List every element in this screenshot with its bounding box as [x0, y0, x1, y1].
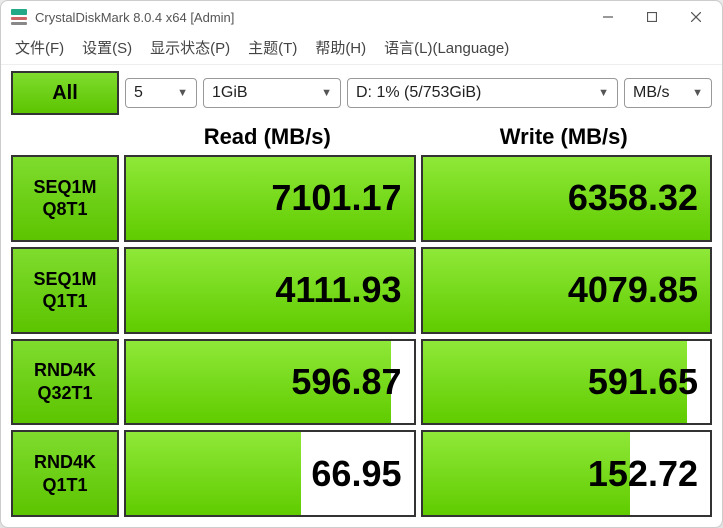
test-label-1: RND4K	[34, 359, 96, 382]
app-icon	[11, 9, 27, 25]
menubar: 文件(F) 设置(S) 显示状态(P) 主题(T) 帮助(H) 语言(L)(La…	[1, 33, 722, 65]
read-cell: 66.95	[124, 430, 416, 517]
read-value: 596.87	[291, 361, 401, 403]
maximize-button[interactable]	[630, 3, 674, 31]
menu-help[interactable]: 帮助(H)	[315, 37, 366, 58]
read-value: 66.95	[311, 453, 401, 495]
read-fill	[126, 432, 301, 515]
read-cell: 4111.93	[124, 247, 416, 334]
app-window: CrystalDiskMark 8.0.4 x64 [Admin] 文件(F) …	[0, 0, 723, 528]
menu-theme[interactable]: 主题(T)	[248, 37, 297, 58]
chevron-down-icon: ▼	[692, 87, 703, 99]
minimize-button[interactable]	[586, 3, 630, 31]
unit-value: MB/s	[633, 84, 669, 102]
read-value: 4111.93	[275, 269, 401, 311]
close-button[interactable]	[674, 3, 718, 31]
test-label-2: Q8T1	[42, 198, 87, 221]
test-button-rnd4k-q1t1[interactable]: RND4K Q1T1	[11, 430, 119, 517]
table-row: SEQ1M Q1T1 4111.93 4079.85	[11, 247, 712, 334]
test-label-2: Q1T1	[42, 290, 87, 313]
test-label-1: SEQ1M	[33, 176, 96, 199]
header-spacer	[11, 121, 119, 155]
write-cell: 4079.85	[421, 247, 713, 334]
test-count-select[interactable]: 5 ▼	[125, 78, 197, 108]
test-button-rnd4k-q32t1[interactable]: RND4K Q32T1	[11, 339, 119, 426]
menu-settings[interactable]: 设置(S)	[82, 37, 132, 58]
read-cell: 7101.17	[124, 155, 416, 242]
table-row: SEQ1M Q8T1 7101.17 6358.32	[11, 155, 712, 242]
read-value: 7101.17	[271, 177, 401, 219]
window-title: CrystalDiskMark 8.0.4 x64 [Admin]	[35, 10, 586, 25]
titlebar: CrystalDiskMark 8.0.4 x64 [Admin]	[1, 1, 722, 33]
chevron-down-icon: ▼	[598, 87, 609, 99]
menu-language[interactable]: 语言(L)(Language)	[384, 37, 509, 58]
menu-display[interactable]: 显示状态(P)	[150, 37, 230, 58]
read-cell: 596.87	[124, 339, 416, 426]
test-count-value: 5	[134, 84, 143, 102]
unit-select[interactable]: MB/s ▼	[624, 78, 712, 108]
column-headers: Read (MB/s) Write (MB/s)	[11, 121, 712, 155]
controls-row: All 5 ▼ 1GiB ▼ D: 1% (5/753GiB) ▼ MB/s ▼	[11, 71, 712, 115]
test-label-1: SEQ1M	[33, 268, 96, 291]
write-value: 591.65	[588, 361, 698, 403]
test-button-seq1m-q8t1[interactable]: SEQ1M Q8T1	[11, 155, 119, 242]
table-row: RND4K Q1T1 66.95 152.72	[11, 430, 712, 517]
test-button-seq1m-q1t1[interactable]: SEQ1M Q1T1	[11, 247, 119, 334]
drive-value: D: 1% (5/753GiB)	[356, 84, 481, 102]
test-size-value: 1GiB	[212, 84, 248, 102]
content-area: All 5 ▼ 1GiB ▼ D: 1% (5/753GiB) ▼ MB/s ▼…	[1, 65, 722, 527]
chevron-down-icon: ▼	[177, 87, 188, 99]
chevron-down-icon: ▼	[321, 87, 332, 99]
run-all-button[interactable]: All	[11, 71, 119, 115]
test-size-select[interactable]: 1GiB ▼	[203, 78, 341, 108]
test-label-2: Q32T1	[37, 382, 92, 405]
header-write: Write (MB/s)	[416, 121, 713, 155]
drive-select[interactable]: D: 1% (5/753GiB) ▼	[347, 78, 618, 108]
write-cell: 6358.32	[421, 155, 713, 242]
write-value: 4079.85	[568, 269, 698, 311]
menu-file[interactable]: 文件(F)	[15, 37, 64, 58]
write-cell: 152.72	[421, 430, 713, 517]
write-value: 152.72	[588, 453, 698, 495]
test-label-2: Q1T1	[42, 474, 87, 497]
run-all-label: All	[52, 82, 78, 105]
table-row: RND4K Q32T1 596.87 591.65	[11, 339, 712, 426]
write-value: 6358.32	[568, 177, 698, 219]
test-label-1: RND4K	[34, 451, 96, 474]
header-read: Read (MB/s)	[119, 121, 416, 155]
results-grid: SEQ1M Q8T1 7101.17 6358.32 SEQ1M Q1T1	[11, 155, 712, 517]
write-cell: 591.65	[421, 339, 713, 426]
